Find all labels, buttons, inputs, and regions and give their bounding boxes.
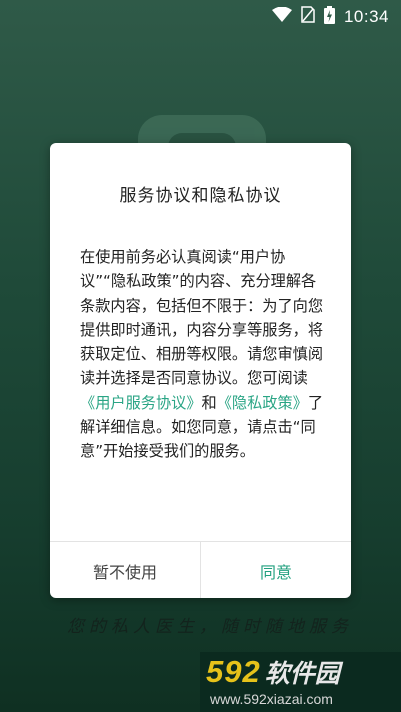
watermark-url: www.592xiazai.com — [210, 691, 333, 707]
battery-icon — [323, 5, 335, 29]
agree-button[interactable]: 同意 — [201, 542, 351, 598]
watermark-name: 软件园 — [264, 660, 340, 688]
site-watermark: 592 软件园 www.592xiazai.com — [200, 652, 401, 712]
dialog-title: 服务协议和隐私协议 — [119, 186, 282, 206]
privacy-policy-link[interactable]: 《隐私政策》 — [217, 394, 308, 412]
status-bar: 10:34 — [0, 0, 401, 34]
app-slogan: 您的私人医生，随时随地服务 — [67, 617, 353, 637]
wifi-icon — [271, 6, 292, 28]
watermark-number: 592 — [206, 654, 261, 689]
dialog-button-row: 暂不使用 同意 — [50, 541, 351, 598]
user-agreement-link[interactable]: 《用户服务协议》 — [80, 394, 202, 412]
body-text-and: 和 — [201, 393, 217, 412]
agreement-dialog: 服务协议和隐私协议 在使用前务必认真阅读“用户协议”“隐私政策”的内容、充分理解… — [50, 143, 351, 598]
status-time: 10:34 — [343, 7, 389, 26]
body-text-part1: 在使用前务必认真阅读“用户协议”“隐私政策”的内容、充分理解各条款内容，包括但不… — [80, 248, 323, 388]
dialog-body: 在使用前务必认真阅读“用户协议”“隐私政策”的内容、充分理解各条款内容，包括但不… — [80, 245, 326, 464]
decline-button[interactable]: 暂不使用 — [50, 542, 201, 598]
watermark-logo: 592 软件园 — [206, 654, 340, 690]
sim-icon — [301, 6, 315, 28]
